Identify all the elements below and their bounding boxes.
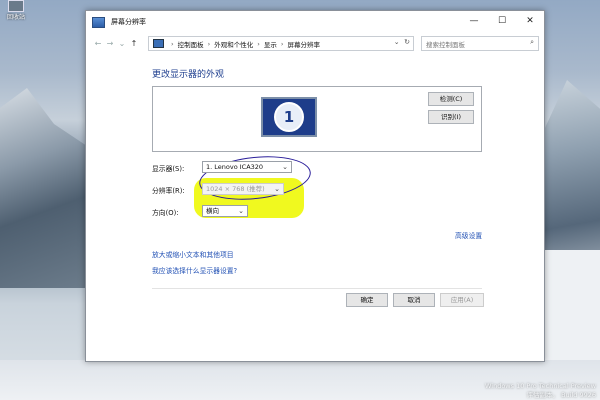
orientation-select-value: 横向: [206, 207, 219, 215]
text-size-link[interactable]: 放大或缩小文本和其他项目: [152, 249, 234, 259]
title-bar[interactable]: 屏幕分辨率 — ☐ ✕: [86, 11, 544, 33]
advanced-settings-link[interactable]: 高级设置: [455, 230, 482, 240]
page-title: 更改显示器的外观: [152, 70, 225, 80]
window-controls: — ☐ ✕: [460, 11, 544, 31]
navigation-bar: ← → ⌄ ↑ › 控制面板 › 外观和个性化 › 显示 › 屏幕分辨率 ⌄ ↻…: [86, 33, 544, 53]
detect-button[interactable]: 检测(C): [428, 92, 474, 106]
resolution-select-value: 1024 × 768 (推荐): [206, 185, 265, 193]
breadcrumb-appearance[interactable]: 外观和个性化: [214, 39, 253, 49]
watermark-line-1: Windows 10 Pro Technical Preview: [484, 382, 596, 390]
breadcrumb-separator: ›: [207, 39, 211, 48]
desktop-icon-label: 回收站: [6, 14, 25, 21]
maximize-button[interactable]: ☐: [488, 11, 516, 31]
display-select-value: 1. Lenovo ICA320: [206, 163, 264, 171]
display-settings-help-link[interactable]: 我应该选择什么显示器设置?: [152, 265, 237, 275]
control-panel-icon: [92, 16, 105, 28]
monitor-number: 1: [274, 102, 304, 132]
forward-button[interactable]: →: [104, 39, 116, 48]
search-icon[interactable]: ⌕: [530, 38, 534, 47]
display-select[interactable]: 1. Lenovo ICA320 ⌄: [202, 161, 292, 173]
chevron-down-icon: ⌄: [282, 163, 288, 171]
apply-button[interactable]: 应用(A): [440, 293, 484, 307]
watermark-line-2: 评估副本。 Build 9926: [526, 391, 597, 399]
breadcrumb-separator: ›: [257, 39, 260, 48]
control-panel-address-icon: [153, 39, 164, 48]
back-button[interactable]: ←: [92, 39, 104, 48]
identify-button[interactable]: 识别(I): [428, 110, 474, 124]
ok-button[interactable]: 确定: [346, 293, 388, 307]
search-placeholder: 搜索控制面板: [426, 40, 465, 49]
close-button[interactable]: ✕: [516, 11, 544, 31]
address-tail: ⌄ ↻: [394, 38, 410, 46]
chevron-down-icon: ⌄: [238, 207, 244, 215]
windows-watermark: Windows 10 Pro Technical Preview 评估副本。 B…: [485, 382, 596, 400]
chevron-down-icon: ⌄: [274, 185, 280, 193]
minimize-button[interactable]: —: [460, 11, 488, 31]
refresh-icon[interactable]: ↻: [404, 38, 410, 46]
orientation-select[interactable]: 横向 ⌄: [202, 205, 248, 217]
recycle-bin-desktop-icon[interactable]: 回收站: [4, 0, 28, 21]
resolution-select[interactable]: 1024 × 768 (推荐) ⌄: [202, 183, 284, 195]
display-label: 显示器(S):: [152, 165, 185, 173]
orientation-label: 方向(O):: [152, 209, 179, 217]
breadcrumb-separator: ›: [171, 39, 174, 48]
address-dropdown-icon[interactable]: ⌄: [394, 38, 400, 46]
breadcrumb-screen-resolution[interactable]: 屏幕分辨率: [287, 39, 320, 49]
search-input[interactable]: 搜索控制面板 ⌕: [421, 36, 539, 51]
breadcrumb-separator: ›: [280, 39, 284, 48]
breadcrumb-display[interactable]: 显示: [264, 39, 277, 49]
resolution-label: 分辨率(R):: [152, 187, 185, 195]
background-mountain-left: [0, 88, 90, 288]
recycle-bin-icon: [8, 0, 24, 12]
cancel-button[interactable]: 取消: [393, 293, 435, 307]
breadcrumb-control-panel[interactable]: 控制面板: [178, 39, 204, 49]
up-button[interactable]: ↑: [128, 39, 140, 48]
address-bar[interactable]: › 控制面板 › 外观和个性化 › 显示 › 屏幕分辨率 ⌄ ↻: [148, 36, 414, 51]
screen-resolution-window: 屏幕分辨率 — ☐ ✕ ← → ⌄ ↑ › 控制面板 › 外观和个性化 › 显示…: [85, 10, 545, 362]
window-title: 屏幕分辨率: [111, 18, 146, 26]
footer-divider: [152, 288, 482, 289]
recent-locations-button[interactable]: ⌄: [116, 39, 128, 48]
monitor-icon[interactable]: 1: [261, 97, 317, 137]
